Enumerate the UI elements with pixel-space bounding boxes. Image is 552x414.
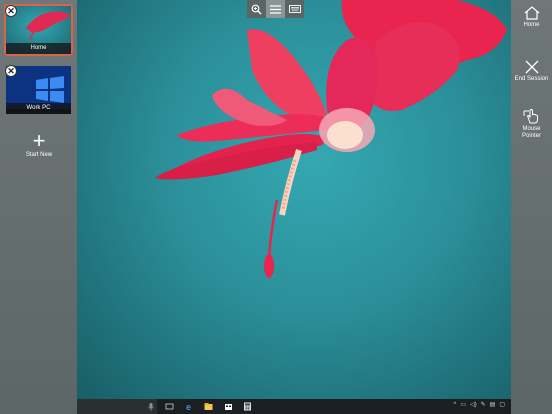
plus-icon: +: [32, 128, 46, 153]
close-icon[interactable]: ✕: [5, 5, 17, 17]
zoom-button[interactable]: [247, 0, 266, 18]
mouse-pointer-label-2: Pointer: [521, 133, 541, 139]
menu-button[interactable]: [266, 0, 285, 18]
hand-pointer-icon: [523, 108, 538, 124]
remote-desktop[interactable]: [77, 0, 511, 399]
keyboard-tray-icon: ▤: [489, 402, 496, 408]
controls-panel: Home End Session Mouse Pointer: [511, 0, 552, 414]
close-icon[interactable]: ✕: [5, 65, 17, 77]
sessions-panel: Home ✕ Work PC ✕ + Start New: [0, 0, 77, 414]
network-icon: ▭: [460, 402, 466, 408]
system-tray[interactable]: ^ ▭ ◁) ✎ ▤ ▢: [453, 401, 506, 409]
calculator-icon[interactable]: [243, 402, 252, 411]
pen-icon: ✎: [480, 402, 486, 408]
end-session-button[interactable]: End Session: [511, 60, 552, 83]
session-home[interactable]: Home ✕: [4, 4, 73, 56]
store-icon[interactable]: [224, 402, 233, 411]
home-button[interactable]: Home: [511, 6, 552, 29]
close-icon: [525, 60, 538, 74]
end-session-label: End Session: [514, 76, 549, 82]
windows-taskbar: e ^ ▭ ◁) ✎ ▤ ▢: [77, 399, 511, 414]
edge-icon[interactable]: e: [185, 402, 194, 411]
home-icon: [524, 6, 539, 20]
taskbar-search-box[interactable]: [77, 399, 157, 414]
notification-icon: ▢: [499, 402, 505, 408]
session-label-home: Home: [6, 43, 71, 54]
start-new-label: Start New: [25, 152, 53, 158]
zoom-icon: [251, 4, 262, 14]
start-new-button[interactable]: + Start New: [18, 128, 60, 159]
keyboard-button[interactable]: [285, 0, 304, 18]
svg-text:e: e: [186, 402, 191, 411]
file-explorer-icon[interactable]: [204, 402, 213, 411]
keyboard-icon: [288, 5, 301, 13]
flower-wallpaper: [155, 0, 507, 278]
task-view-icon[interactable]: [165, 402, 174, 411]
session-toolbar: [247, 0, 304, 18]
mouse-pointer-label-1: Mouse: [522, 126, 541, 132]
microphone-icon: [148, 403, 154, 411]
chevron-up-icon: ^: [453, 401, 457, 408]
session-work-pc[interactable]: Work PC ✕: [5, 65, 71, 114]
volume-icon: ◁): [470, 402, 477, 408]
home-label: Home: [523, 22, 540, 28]
menu-icon: [270, 4, 281, 14]
session-label-work-pc: Work PC: [6, 103, 71, 114]
mouse-pointer-button[interactable]: Mouse Pointer: [511, 108, 552, 140]
